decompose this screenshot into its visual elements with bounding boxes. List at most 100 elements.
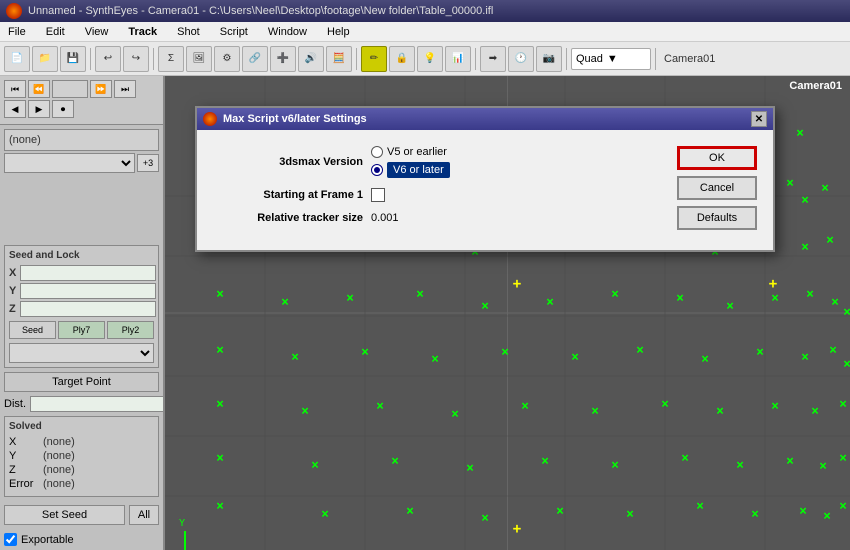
svg-text:×: × [839, 451, 847, 466]
lock-dropdown[interactable] [9, 343, 154, 363]
nav-last[interactable]: ⏭ [114, 80, 136, 98]
toolbar-btn-9[interactable]: 🧮 [326, 46, 352, 72]
version-row: 3dsmax Version V5 or earlier V6 or later [213, 146, 665, 178]
x-label: X [9, 267, 16, 279]
toolbar-btn-7[interactable]: ➕ [270, 46, 296, 72]
toolbar-btn-4[interactable]: 🖼 [186, 46, 212, 72]
frame-number-input[interactable]: 243 [52, 80, 88, 98]
menu-edit[interactable]: Edit [42, 24, 69, 40]
toolbar-redo[interactable]: ↪ [123, 46, 149, 72]
svg-text:×: × [611, 287, 619, 302]
toolbar-undo[interactable]: ↩ [95, 46, 121, 72]
left-panel: ⏮ ⏪ 243 ⏩ ⏭ ◀ ▶ ⏺ (none) +3 [0, 76, 165, 550]
toolbar-btn-2[interactable]: 📁 [32, 46, 58, 72]
toolbar-btn-11[interactable]: 🔒 [389, 46, 415, 72]
dialog-defaults-btn[interactable]: Defaults [677, 206, 757, 230]
toolbar-btn-8[interactable]: 🔊 [298, 46, 324, 72]
svg-text:×: × [806, 287, 814, 302]
svg-text:×: × [541, 454, 549, 469]
dialog-right-panel: OK Cancel Defaults [677, 146, 757, 234]
menu-track[interactable]: Track [124, 24, 161, 40]
toolbar-camera[interactable]: 📷 [536, 46, 562, 72]
toolbar: 📄 📁 💾 ↩ ↪ Σ 🖼 ⚙ 🔗 ➕ 🔊 🧮 ✏ 🔒 💡 📊 ➡ 🕐 📷 Qu… [0, 42, 850, 76]
nav-first[interactable]: ⏮ [4, 80, 26, 98]
target-point-btn[interactable]: Target Point [4, 372, 159, 392]
menu-view[interactable]: View [81, 24, 113, 40]
set-seed-btn[interactable]: Set Seed [4, 505, 125, 525]
v6-label: V6 or later [387, 162, 450, 178]
all-btn[interactable]: All [129, 505, 159, 525]
svg-text:×: × [346, 291, 354, 306]
toolbar-btn-6[interactable]: 🔗 [242, 46, 268, 72]
dialog-ok-btn[interactable]: OK [677, 146, 757, 170]
svg-text:×: × [736, 458, 744, 473]
v5-label: V5 or earlier [387, 146, 447, 158]
svg-text:×: × [826, 233, 834, 248]
svg-text:×: × [819, 459, 827, 474]
dist-input[interactable]: 0.000 [30, 396, 164, 412]
dialog-close-btn[interactable]: ✕ [751, 111, 767, 127]
solved-error-value: (none) [43, 478, 75, 490]
tracker-select[interactable] [4, 153, 135, 173]
z-input[interactable]: 0.000 [20, 301, 156, 317]
y-input[interactable]: 0.000 [20, 283, 156, 299]
viewport-mode-dropdown[interactable]: Quad ▼ [571, 48, 651, 70]
svg-text:×: × [466, 461, 474, 476]
svg-text:×: × [611, 458, 619, 473]
menu-shot[interactable]: Shot [173, 24, 204, 40]
nav-play-loop[interactable]: ⏺ [52, 100, 74, 118]
x-input[interactable]: 0.000 [20, 265, 156, 281]
dialog-cancel-btn[interactable]: Cancel [677, 176, 757, 200]
nav-next-fast[interactable]: ⏩ [90, 80, 112, 98]
toolbar-clock[interactable]: 🕐 [508, 46, 534, 72]
tracker-add-btn[interactable]: +3 [137, 154, 159, 172]
starting-frame-checkbox[interactable] [371, 188, 385, 202]
maxscript-dialog[interactable]: Max Script v6/later Settings ✕ 3dsmax Ve… [195, 106, 775, 252]
toolbar-btn-1[interactable]: 📄 [4, 46, 30, 72]
toolbar-arrow[interactable]: ➡ [480, 46, 506, 72]
ply7-btn[interactable]: Ply7 [58, 321, 105, 339]
solved-z-value: (none) [43, 464, 75, 476]
svg-text:×: × [801, 193, 809, 208]
seed-btn[interactable]: Seed [9, 321, 56, 339]
svg-text:×: × [796, 126, 804, 141]
toolbar-btn-sigma[interactable]: Σ [158, 46, 184, 72]
svg-text:×: × [716, 404, 724, 419]
v5-radio[interactable] [371, 146, 383, 158]
toolbar-btn-12[interactable]: 💡 [417, 46, 443, 72]
v5-option[interactable]: V5 or earlier [371, 146, 450, 158]
exportable-checkbox[interactable] [4, 533, 17, 546]
tb-sep-1 [90, 48, 91, 70]
tracker-none-display: (none) [4, 129, 159, 151]
svg-text:×: × [591, 404, 599, 419]
viewport[interactable]: 85 90 × × [165, 76, 850, 550]
y-label: Y [9, 285, 16, 297]
menu-file[interactable]: File [4, 24, 30, 40]
dialog-title: Max Script v6/later Settings [223, 113, 367, 125]
toolbar-btn-3[interactable]: 💾 [60, 46, 86, 72]
svg-text:×: × [391, 454, 399, 469]
tracker-size-row: Relative tracker size 0.001 [213, 212, 665, 224]
toolbar-btn-5[interactable]: ⚙ [214, 46, 240, 72]
dropdown-arrow-icon: ▼ [607, 53, 618, 65]
nav-play[interactable]: ▶ [28, 100, 50, 118]
nav-prev[interactable]: ◀ [4, 100, 26, 118]
svg-text:×: × [501, 345, 509, 360]
dialog-titlebar[interactable]: Max Script v6/later Settings ✕ [197, 108, 773, 130]
starting-frame-label: Starting at Frame 1 [213, 189, 363, 201]
v6-option[interactable]: V6 or later [371, 162, 450, 178]
svg-text:×: × [811, 404, 819, 419]
menu-script[interactable]: Script [216, 24, 252, 40]
toolbar-btn-13[interactable]: 📊 [445, 46, 471, 72]
menu-help[interactable]: Help [323, 24, 354, 40]
svg-text:×: × [821, 181, 829, 196]
ply2-btn[interactable]: Ply2 [107, 321, 154, 339]
nav-prev-fast[interactable]: ⏪ [28, 80, 50, 98]
svg-text:×: × [661, 397, 669, 412]
bottom-btns: Set Seed All [4, 505, 159, 525]
toolbar-btn-10[interactable]: ✏ [361, 46, 387, 72]
menu-window[interactable]: Window [264, 24, 311, 40]
svg-text:×: × [546, 295, 554, 310]
v6-radio[interactable] [371, 164, 383, 176]
svg-text:×: × [416, 287, 424, 302]
